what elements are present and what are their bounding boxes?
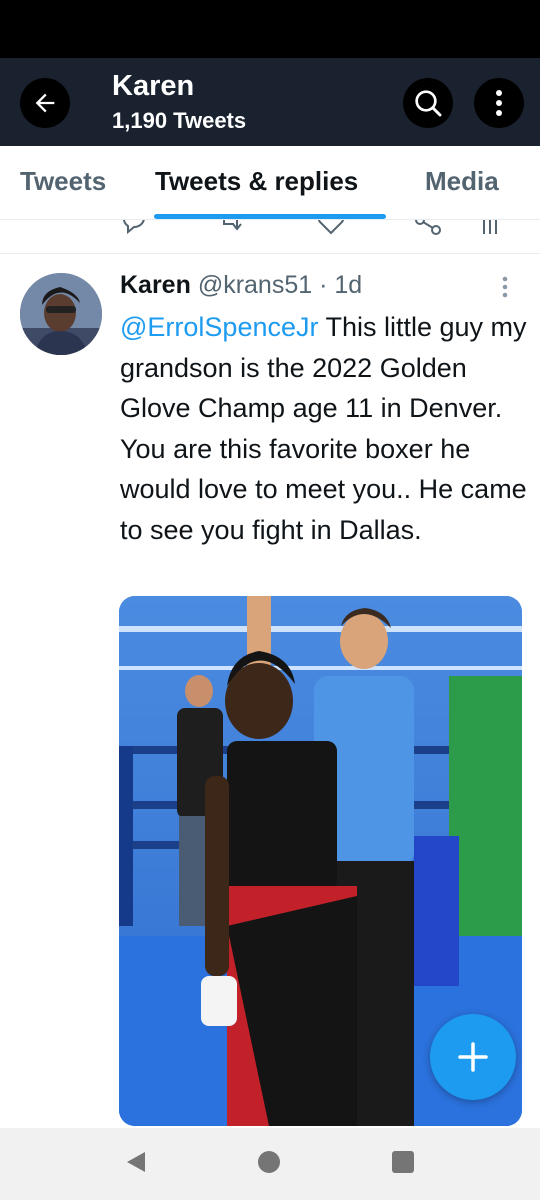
like-icon[interactable] bbox=[316, 220, 346, 236]
tweet-text: @ErrolSpenceJr This little guy my grands… bbox=[120, 307, 530, 550]
nav-home-icon[interactable] bbox=[258, 1151, 280, 1173]
plus-icon bbox=[458, 1042, 488, 1072]
status-bar bbox=[0, 0, 540, 58]
analytics-icon[interactable] bbox=[480, 220, 500, 238]
tweet[interactable]: Karen @krans51 · 1d @ErrolSpenceJr This … bbox=[0, 255, 540, 1135]
tab-tweets-and-replies[interactable]: Tweets & replies bbox=[155, 166, 358, 197]
previous-tweet-actions bbox=[0, 220, 540, 254]
tweet-time: 1d bbox=[334, 271, 363, 299]
more-vertical-icon bbox=[502, 276, 508, 298]
tweet-author-name[interactable]: Karen bbox=[120, 271, 191, 299]
nav-recents-icon[interactable] bbox=[392, 1151, 414, 1173]
tab-media[interactable]: Media bbox=[425, 166, 499, 197]
back-button[interactable] bbox=[20, 78, 70, 128]
compose-tweet-button[interactable] bbox=[430, 1014, 516, 1100]
more-button[interactable] bbox=[474, 78, 524, 128]
share-icon[interactable] bbox=[414, 220, 444, 240]
tweet-header: Karen @krans51 · 1d bbox=[120, 271, 362, 300]
tweet-count: 1,190 Tweets bbox=[112, 108, 247, 133]
tab-tweets[interactable]: Tweets bbox=[20, 166, 106, 197]
profile-name: Karen bbox=[112, 70, 195, 102]
tweet-menu-button[interactable] bbox=[500, 275, 510, 304]
avatar[interactable] bbox=[20, 273, 102, 355]
arrow-left-icon bbox=[35, 93, 55, 113]
profile-header: Karen 1,190 Tweets bbox=[0, 58, 540, 146]
more-vertical-icon bbox=[496, 90, 502, 116]
active-tab-indicator bbox=[154, 214, 386, 219]
tweet-separator: · bbox=[319, 271, 328, 299]
profile-tabs: Tweets Tweets & replies Media bbox=[0, 146, 540, 220]
search-button[interactable] bbox=[403, 78, 453, 128]
search-icon bbox=[415, 90, 442, 117]
system-navigation-bar bbox=[0, 1128, 540, 1200]
reply-icon[interactable] bbox=[120, 220, 148, 236]
tweet-handle[interactable]: @krans51 bbox=[198, 271, 312, 299]
tweet-mention[interactable]: @ErrolSpenceJr bbox=[120, 312, 318, 342]
nav-back-icon[interactable] bbox=[124, 1150, 148, 1174]
retweet-icon[interactable] bbox=[218, 220, 248, 236]
tweet-body: This little guy my grandson is the 2022 … bbox=[120, 312, 527, 545]
